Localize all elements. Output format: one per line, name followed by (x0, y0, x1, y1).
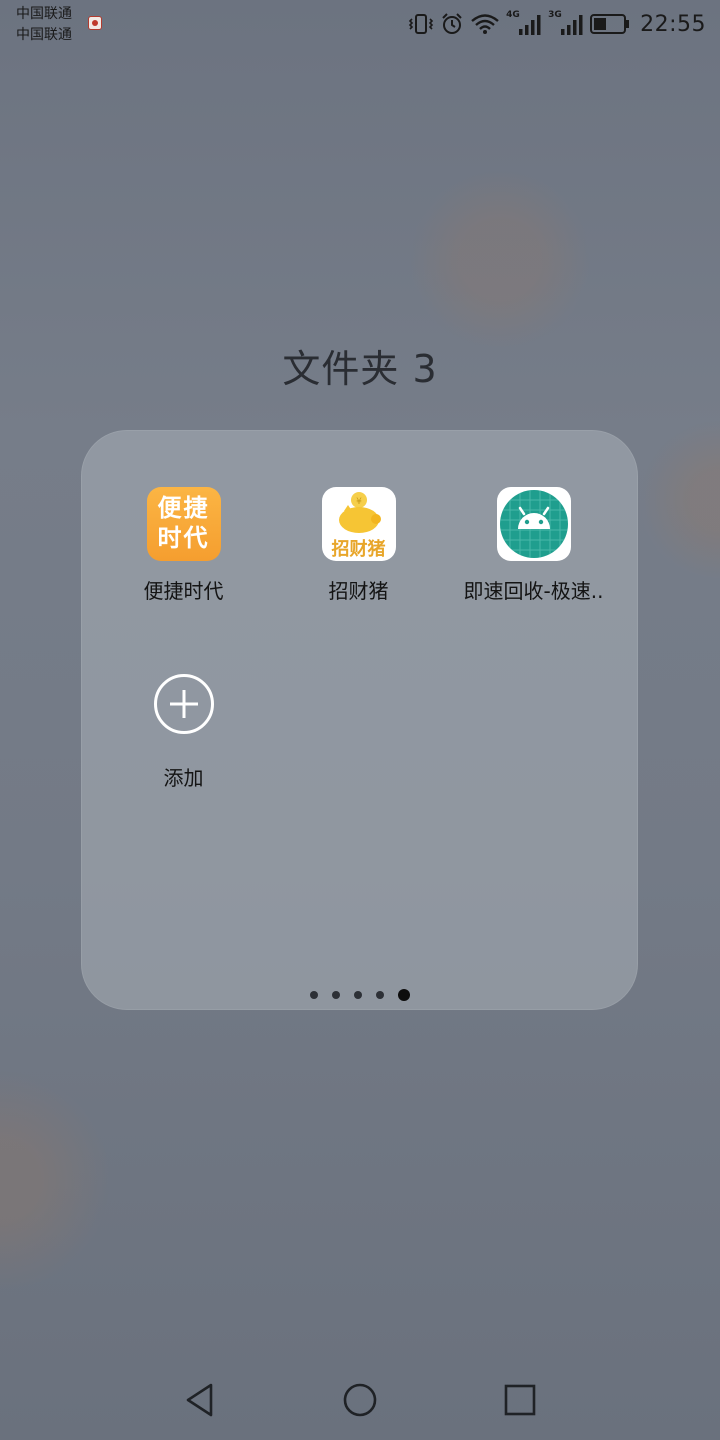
navigation-bar (0, 1370, 720, 1430)
page-indicator (0, 989, 720, 1001)
plus-icon (153, 674, 214, 734)
recents-icon (504, 1384, 536, 1416)
app-jisu-huishou[interactable]: 即速回收-极速.. (446, 487, 621, 604)
status-icons: 4G 3G 22:55 (408, 9, 706, 39)
page-dot[interactable] (332, 991, 340, 999)
carrier-2: 中国联通 (16, 27, 72, 43)
app-label: 招财猪 (328, 579, 389, 603)
back-icon (186, 1383, 213, 1417)
bianjie-icon-text-1: 便捷 (157, 494, 210, 522)
clock: 22:55 (640, 11, 706, 37)
page-dot[interactable] (376, 991, 384, 999)
bianjie-icon-text-2: 时代 (157, 524, 210, 552)
pig-icon-text: 招财猪 (331, 539, 386, 560)
home-button[interactable] (330, 1370, 390, 1430)
app-label: 便捷时代 (143, 579, 224, 603)
android-icon (496, 487, 571, 561)
app-zhaocai-pig[interactable]: ¥ 招财猪 招财猪 (271, 487, 446, 604)
app-label: 即速回收-极速.. (463, 579, 604, 603)
wifi-icon (471, 14, 499, 34)
back-button[interactable] (170, 1370, 230, 1430)
page-dot[interactable] (354, 991, 362, 999)
add-label: 添加 (163, 766, 204, 790)
signal-icon (561, 15, 583, 35)
carrier-1: 中国联通 (16, 6, 72, 22)
add-app-button[interactable]: 添加 (96, 672, 271, 791)
page-dot[interactable] (310, 991, 318, 999)
recents-button[interactable] (490, 1370, 550, 1430)
zhaocai-pig-icon: ¥ 招财猪 (321, 487, 396, 561)
alarm-icon (442, 13, 462, 34)
signal-1: 4G (506, 10, 542, 37)
signal-icon (519, 15, 541, 35)
vibrate-icon (408, 14, 434, 34)
status-bar: 中国联通 中国联通 4G 3G 22:55 (0, 0, 720, 48)
page-dot-active[interactable] (398, 989, 410, 1001)
folder-title[interactable]: 文件夹 3 (0, 338, 720, 393)
svg-text:¥: ¥ (356, 497, 362, 507)
bianjie-shidai-icon: 便捷 时代 (146, 487, 221, 561)
signal-2: 3G (548, 10, 584, 37)
home-icon (343, 1383, 377, 1417)
battery-icon (590, 14, 630, 34)
app-bianjie-shidai[interactable]: 便捷 时代 便捷时代 (96, 487, 271, 604)
notification-icon (88, 16, 102, 30)
